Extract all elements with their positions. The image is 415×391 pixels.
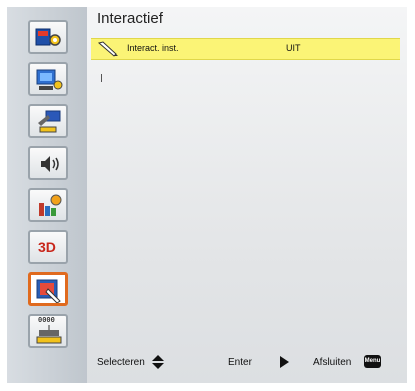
right-arrow-icon xyxy=(280,356,289,368)
osd-frame: 3D 0000 Interactief Interact. inst. UIT … xyxy=(7,7,407,383)
sidebar-item-3d[interactable]: 3D xyxy=(28,230,68,264)
pen-icon xyxy=(97,41,118,57)
sidebar-item-volume[interactable] xyxy=(28,146,68,180)
setting-row-interactive-install[interactable]: Interact. inst. UIT xyxy=(91,38,400,60)
select-label: Selecteren xyxy=(97,357,145,368)
setting-value[interactable]: UIT xyxy=(286,43,301,53)
content-panel: Interactief Interact. inst. UIT Selecter… xyxy=(87,7,407,383)
network-label: 0000 xyxy=(38,317,55,325)
sidebar-item-setup[interactable] xyxy=(28,104,68,138)
menu-key-icon: Menu xyxy=(364,355,381,368)
network-icon xyxy=(36,325,62,344)
sidebar-item-display[interactable] xyxy=(28,62,68,96)
sidebar-item-network[interactable]: 0000 xyxy=(28,314,68,348)
sidebar-item-options[interactable] xyxy=(28,188,68,222)
setting-label: Interact. inst. xyxy=(127,43,179,53)
volume-icon xyxy=(41,156,59,172)
sidebar-item-image[interactable] xyxy=(28,20,68,54)
footer-help: Selecteren Enter Afsluiten Menu xyxy=(87,352,407,374)
3d-icon: 3D xyxy=(38,239,56,255)
exit-label: Afsluiten xyxy=(313,357,352,368)
options-icon xyxy=(39,194,62,216)
image-settings-icon xyxy=(35,28,61,46)
page-title: Interactief xyxy=(97,10,163,27)
up-down-arrow-icon xyxy=(152,355,164,369)
sidebar-item-interactive[interactable] xyxy=(28,272,68,306)
display-settings-icon xyxy=(36,69,63,90)
text-cursor xyxy=(101,74,102,82)
setup-settings-icon xyxy=(38,110,61,133)
enter-label: Enter xyxy=(228,357,252,368)
menu-sidebar: 3D 0000 xyxy=(7,7,87,383)
interactive-pen-icon xyxy=(36,279,61,303)
